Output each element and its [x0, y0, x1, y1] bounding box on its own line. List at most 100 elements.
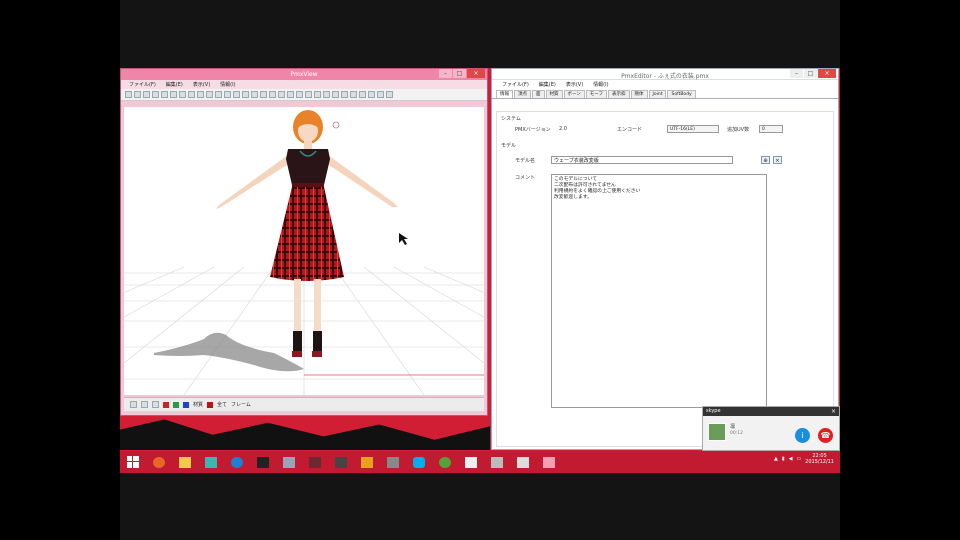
taskbar-app-film[interactable] — [252, 454, 274, 470]
tool-button[interactable] — [368, 91, 375, 98]
taskbar-app-character[interactable] — [304, 454, 326, 470]
tool-button[interactable] — [350, 91, 357, 98]
taskbar-app-game[interactable] — [330, 454, 352, 470]
tab-bone[interactable]: ボーン — [563, 90, 585, 98]
taskbar-app-miku[interactable] — [200, 454, 222, 470]
minimize-button[interactable]: – — [439, 69, 452, 78]
3d-viewport[interactable] — [124, 107, 484, 395]
clock[interactable]: 22:05 2015/12/11 — [805, 453, 834, 465]
taskbar-app-firefox[interactable] — [148, 454, 170, 470]
tool-button[interactable] — [170, 91, 177, 98]
taskbar-app-pink[interactable] — [538, 454, 560, 470]
pmxeditor-titlebar[interactable]: PmxEditor - ふぇ式の衣装.pmx – □ × — [492, 69, 838, 80]
tab-rigid-body[interactable]: 剛体 — [630, 90, 648, 98]
menu-edit[interactable]: 編集(E) — [166, 81, 183, 88]
network-icon[interactable]: ▮ — [782, 456, 785, 462]
pmxview-titlebar[interactable]: PmxView – □ × — [121, 69, 487, 80]
tool-button[interactable] — [296, 91, 303, 98]
tool-button[interactable] — [377, 91, 384, 98]
taskbar-app-archive[interactable] — [512, 454, 534, 470]
color-swatch-red[interactable] — [163, 401, 169, 408]
end-call-button[interactable]: ☎ — [818, 428, 833, 443]
tab-morph[interactable]: モーフ — [585, 90, 608, 98]
tool-button[interactable] — [323, 91, 330, 98]
tool-button[interactable] — [215, 91, 222, 98]
maximize-button[interactable]: □ — [804, 69, 817, 78]
tool-button[interactable] — [233, 91, 240, 98]
status-tool[interactable] — [152, 401, 159, 408]
color-swatch-blue[interactable] — [183, 401, 189, 408]
tool-button[interactable] — [143, 91, 150, 98]
taskbar-app-explorer[interactable] — [174, 454, 196, 470]
pmxeditor-window[interactable]: PmxEditor - ふぇ式の衣装.pmx – □ × ファイル(F) 編集(… — [491, 68, 839, 450]
tab-display-frame[interactable]: 表示枠 — [608, 90, 630, 98]
taskbar-app-tool[interactable] — [382, 454, 404, 470]
status-combo[interactable]: 全て — [217, 401, 227, 408]
menu-info[interactable]: 情報(I) — [220, 81, 235, 88]
taskbar-app-green[interactable] — [434, 454, 456, 470]
tab-info[interactable]: 情報 — [496, 90, 513, 98]
tab-face[interactable]: 面 — [532, 90, 545, 98]
status-extra[interactable]: フレーム — [231, 401, 251, 408]
tool-button[interactable] — [269, 91, 276, 98]
globe-icon[interactable]: ⊕ — [761, 156, 770, 164]
menu-info[interactable]: 情報(I) — [593, 81, 608, 88]
close-icon[interactable]: × — [831, 408, 836, 415]
tool-button[interactable] — [125, 91, 132, 98]
maximize-button[interactable]: □ — [453, 69, 466, 78]
tool-button[interactable] — [359, 91, 366, 98]
menu-edit[interactable]: 編集(E) — [539, 81, 556, 88]
model-name-input[interactable]: ウェーブ衣装改変版 — [551, 156, 733, 164]
color-swatch-green[interactable] — [173, 401, 179, 408]
skype-call-popup[interactable]: skype × 凛 00:12 i ☎ — [702, 406, 840, 451]
tool-button[interactable] — [332, 91, 339, 98]
tool-button[interactable] — [287, 91, 294, 98]
tool-button[interactable] — [386, 91, 393, 98]
menu-file[interactable]: ファイル(F) — [129, 81, 156, 88]
taskbar-app-notes[interactable] — [278, 454, 300, 470]
tool-button[interactable] — [341, 91, 348, 98]
chevron-up-icon[interactable]: ▲ — [774, 456, 778, 462]
close-button[interactable]: × — [818, 69, 836, 78]
tool-button[interactable] — [134, 91, 141, 98]
tool-button[interactable] — [152, 91, 159, 98]
status-tool[interactable] — [141, 401, 148, 408]
menu-file[interactable]: ファイル(F) — [502, 81, 529, 88]
tool-button[interactable] — [161, 91, 168, 98]
encoding-select[interactable]: UTF-16(LE) — [667, 125, 719, 133]
tool-button[interactable] — [197, 91, 204, 98]
info-icon[interactable]: i — [795, 428, 810, 443]
menu-view[interactable]: 表示(V) — [566, 81, 583, 88]
taskbar-app-triangles[interactable] — [356, 454, 378, 470]
tool-button[interactable] — [224, 91, 231, 98]
close-button[interactable]: × — [467, 69, 485, 78]
keyboard-icon[interactable]: ▭ — [796, 456, 801, 462]
comment-textarea[interactable]: このモデルについて 二次配布は許可されてません 利用規約をよく確認の上ご使用くだ… — [551, 174, 767, 408]
tool-button[interactable] — [260, 91, 267, 98]
taskbar-app-skype[interactable] — [408, 454, 430, 470]
taskbar-app-browser[interactable] — [226, 454, 248, 470]
additional-uv-select[interactable]: 0 — [759, 125, 783, 133]
color-swatch-material[interactable] — [207, 401, 214, 408]
start-button[interactable] — [122, 454, 144, 470]
tab-material[interactable]: 材質 — [545, 90, 563, 98]
close-icon[interactable]: × — [773, 156, 782, 164]
tool-button[interactable] — [314, 91, 321, 98]
tool-button[interactable] — [278, 91, 285, 98]
tool-button[interactable] — [305, 91, 312, 98]
volume-icon[interactable]: ◀ — [789, 456, 793, 462]
status-tool[interactable] — [130, 401, 137, 408]
tab-joint[interactable]: Joint — [648, 90, 667, 98]
minimize-button[interactable]: – — [790, 69, 803, 78]
tab-softbody[interactable]: SoftBody — [667, 90, 696, 98]
tool-button[interactable] — [251, 91, 258, 98]
taskbar-app-pmxview[interactable] — [486, 454, 508, 470]
tool-button[interactable] — [188, 91, 195, 98]
menu-view[interactable]: 表示(V) — [193, 81, 210, 88]
taskbar-app-pmxeditor[interactable] — [460, 454, 482, 470]
tool-button[interactable] — [179, 91, 186, 98]
tool-button[interactable] — [206, 91, 213, 98]
pmxview-window[interactable]: PmxView – □ × ファイル(F) 編集(E) 表示(V) 情報(I) — [120, 68, 488, 416]
tool-button[interactable] — [242, 91, 249, 98]
tab-vertex[interactable]: 頂点 — [514, 90, 531, 98]
